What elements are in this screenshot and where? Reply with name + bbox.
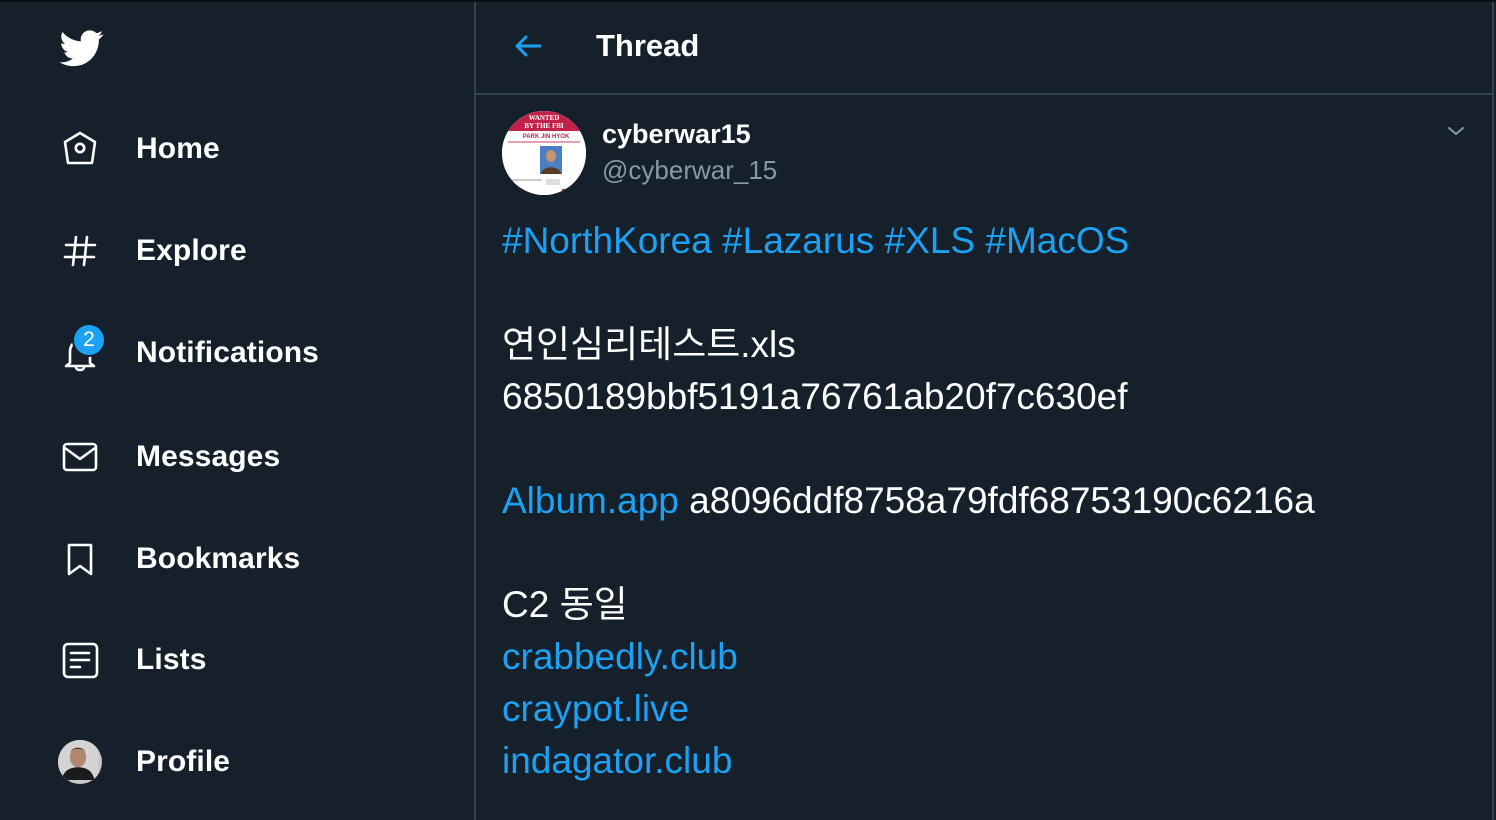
twitter-bird-icon[interactable] (56, 26, 108, 70)
sidebar-item-lists[interactable]: Lists (56, 635, 207, 685)
avatar (56, 738, 104, 786)
hashtag-icon (56, 227, 104, 275)
chevron-down-icon (1444, 119, 1468, 148)
hashtag-link[interactable]: #NorthKorea (502, 220, 712, 261)
list-icon (56, 636, 104, 684)
sidebar: Home Explore 2 Notifications Messages Bo… (0, 2, 474, 820)
hashtag-link[interactable]: #MacOS (985, 220, 1129, 261)
sidebar-item-label: Home (136, 132, 220, 165)
avatar-caption-1: WANTED (529, 114, 560, 122)
hashtag-link[interactable]: #Lazarus (722, 220, 874, 261)
author-name[interactable]: cyberwar15 (602, 119, 751, 150)
back-button[interactable] (504, 24, 552, 72)
sidebar-item-explore[interactable]: Explore (56, 226, 247, 276)
filename-line: 연인심리테스트.xls (502, 324, 796, 365)
avatar-caption-2: BY THE FBI (524, 122, 564, 130)
page-title: Thread (596, 28, 700, 63)
tweet: WANTED BY THE FBI PARK JIN HYOK cyberwar… (476, 95, 1492, 820)
bell-icon: 2 (56, 323, 106, 377)
sidebar-item-label: Explore (136, 234, 247, 267)
author-avatar[interactable]: WANTED BY THE FBI PARK JIN HYOK (502, 111, 586, 195)
sidebar-item-profile[interactable]: Profile (56, 737, 230, 787)
arrow-left-icon (512, 30, 544, 67)
app-hash: a8096ddf8758a79fdf68753190c6216a (689, 480, 1315, 521)
sidebar-item-label: Profile (136, 745, 231, 778)
domain-link[interactable]: indagator.club (502, 735, 1315, 787)
thread-header: Thread (476, 2, 1492, 93)
tweet-menu-button[interactable] (1440, 117, 1472, 149)
home-icon (56, 125, 104, 173)
envelope-icon (56, 433, 104, 481)
sidebar-item-home[interactable]: Home (56, 124, 220, 174)
author-handle[interactable]: @cyberwar_15 (602, 155, 777, 186)
notification-count-badge: 2 (72, 323, 106, 357)
sidebar-item-messages[interactable]: Messages (56, 432, 280, 482)
hashtag-link[interactable]: #XLS (885, 220, 976, 261)
hash-line: 6850189bbf5191a76761ab20f7c630ef (502, 376, 1128, 417)
sidebar-item-label: Notifications (136, 336, 319, 369)
sidebar-item-notifications[interactable]: 2 Notifications (56, 323, 319, 378)
sidebar-item-label: Messages (136, 440, 281, 473)
sidebar-item-bookmarks[interactable]: Bookmarks (56, 534, 300, 584)
app-hash-line: Album.app a8096ddf8758a79fdf68753190c621… (502, 475, 1315, 527)
thread-column: Thread WANTED BY THE FBI PARK JIN HYOK c… (476, 2, 1492, 820)
avatar-caption-3: PARK JIN HYOK (523, 134, 570, 140)
domain-link[interactable]: craypot.live (502, 683, 1315, 735)
hashtag-line: #NorthKorea #Lazarus #XLS #MacOS (502, 215, 1315, 267)
tweet-text: #NorthKorea #Lazarus #XLS #MacOS 연인심리테스트… (502, 215, 1315, 787)
sidebar-item-label: Lists (136, 643, 207, 676)
domain-link[interactable]: crabbedly.club (502, 631, 1315, 683)
sidebar-item-label: Bookmarks (136, 542, 301, 575)
bookmark-icon (56, 535, 104, 583)
app-link[interactable]: Album.app (502, 480, 679, 521)
c2-label: C2 동일 (502, 584, 628, 625)
